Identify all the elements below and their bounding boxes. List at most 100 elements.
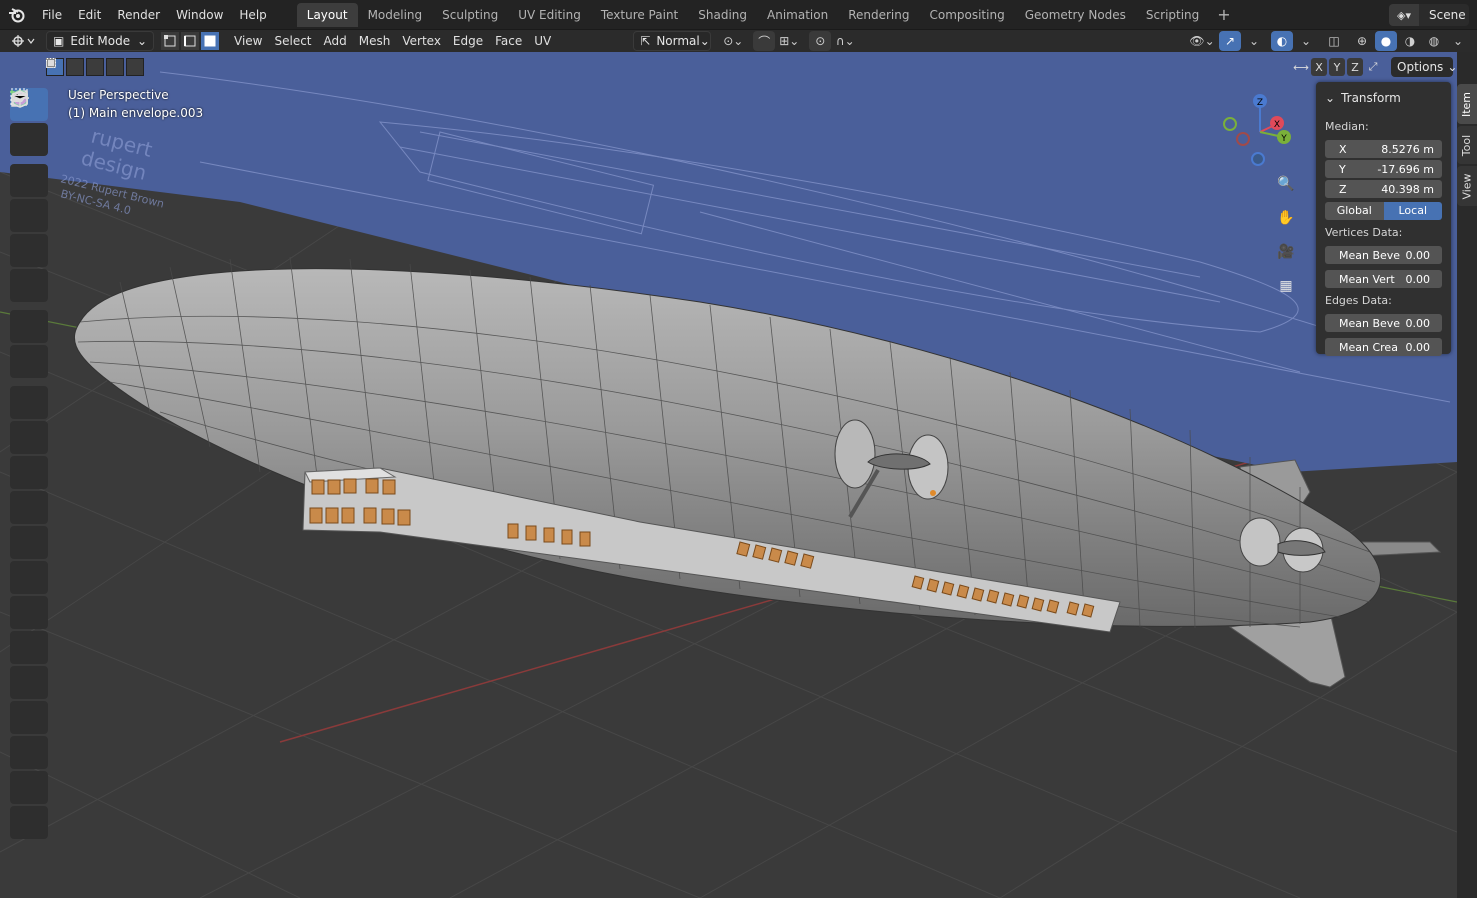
tab-modeling[interactable]: Modeling	[358, 3, 433, 27]
median-y-field[interactable]: Y -17.696 m	[1325, 160, 1442, 178]
menu-add[interactable]: Add	[318, 30, 353, 52]
smooth-tool-icon[interactable]	[10, 91, 48, 699]
scale-tool-icon[interactable]	[10, 90, 48, 267]
topology-mirror-icon[interactable]: ⤢	[1365, 58, 1381, 76]
edge-select-icon[interactable]	[180, 31, 200, 51]
3d-viewport[interactable]: rupert design 2022 Rupert Brown BY-NC-SA…	[0, 52, 1457, 898]
xray-icon[interactable]: ◫	[1323, 31, 1345, 51]
zoom-icon[interactable]: 🔍	[1274, 172, 1298, 196]
mirror-x-button[interactable]: X	[1311, 58, 1327, 76]
cursor-tool-icon[interactable]	[10, 89, 48, 156]
falloff-icon[interactable]: ∩⌄	[831, 31, 859, 51]
overlays-toggle-icon[interactable]: ◐	[1271, 31, 1293, 51]
spin-tool-icon[interactable]	[10, 90, 48, 664]
gizmo-neg-y[interactable]	[1223, 117, 1237, 131]
menu-edit[interactable]: Edit	[70, 0, 109, 30]
tab-tool[interactable]: Tool	[1457, 126, 1477, 164]
mode-dropdown[interactable]: ▣ Edit Mode ⌄	[46, 31, 154, 51]
global-button[interactable]: Global	[1325, 202, 1384, 220]
vertex-select-icon[interactable]	[160, 31, 180, 51]
mean-vertex-crease-field[interactable]: Mean Vert 0.00	[1325, 270, 1442, 288]
tab-rendering[interactable]: Rendering	[838, 3, 919, 27]
gizmo-neg-z[interactable]	[1251, 152, 1265, 166]
tab-compositing[interactable]: Compositing	[919, 3, 1014, 27]
blender-logo-icon[interactable]	[0, 0, 34, 30]
median-z-field[interactable]: Z 40.398 m	[1325, 180, 1442, 198]
tab-texture-paint[interactable]: Texture Paint	[591, 3, 688, 27]
visibility-icon[interactable]: 👁⌄	[1187, 31, 1217, 51]
add-cube-tool-icon[interactable]	[10, 90, 48, 419]
transform-orientation-dropdown[interactable]: ⇱ Normal ⌄	[633, 31, 712, 51]
menu-select[interactable]: Select	[268, 30, 317, 52]
transform-panel-header[interactable]: ⌄ Transform	[1325, 88, 1442, 108]
median-x-field[interactable]: X 8.5276 m	[1325, 140, 1442, 158]
select-invert-icon[interactable]	[47, 58, 124, 76]
measure-tool-icon[interactable]	[10, 91, 48, 378]
tab-shading[interactable]: Shading	[688, 3, 757, 27]
shading-menu-icon[interactable]: ⌄	[1447, 31, 1469, 51]
proportional-edit-icon[interactable]: ⊙	[809, 31, 832, 51]
scene-icon[interactable]: ◈▾	[1389, 4, 1419, 26]
select-intersect-icon[interactable]	[48, 58, 144, 76]
gizmo-neg-x[interactable]	[1236, 132, 1250, 146]
rotate-tool-icon[interactable]	[10, 90, 48, 232]
select-extend-icon[interactable]	[46, 58, 84, 76]
tab-scripting[interactable]: Scripting	[1136, 3, 1209, 27]
menu-view[interactable]: View	[228, 30, 268, 52]
gizmo-menu-icon[interactable]: ⌄	[1243, 31, 1265, 51]
annotate-tool-icon[interactable]	[10, 92, 48, 343]
snap-icon[interactable]: ⌒	[753, 31, 776, 51]
pan-hand-icon[interactable]: ✋	[1274, 206, 1298, 230]
solid-shading-icon[interactable]: ●	[1375, 31, 1397, 51]
menu-face[interactable]: Face	[489, 30, 528, 52]
rip-region-tool-icon[interactable]	[10, 91, 48, 839]
shear-tool-icon[interactable]	[10, 94, 48, 804]
menu-edge[interactable]: Edge	[447, 30, 489, 52]
rendered-shading-icon[interactable]: ◍	[1423, 31, 1445, 51]
scene-name[interactable]: Scene	[1419, 4, 1469, 26]
loop-cut-tool-icon[interactable]	[10, 90, 48, 559]
menu-vertex[interactable]: Vertex	[396, 30, 447, 52]
snap-target-icon[interactable]: ⊞⌄	[775, 31, 803, 51]
camera-icon[interactable]: 🎥	[1274, 240, 1298, 264]
inset-tool-icon[interactable]	[10, 90, 48, 489]
mirror-z-button[interactable]: Z	[1347, 58, 1363, 76]
add-workspace-icon[interactable]: +	[1209, 5, 1238, 24]
knife-tool-icon[interactable]	[10, 90, 48, 594]
menu-help[interactable]: Help	[231, 0, 274, 30]
edge-slide-tool-icon[interactable]	[10, 90, 48, 734]
bevel-tool-icon[interactable]	[10, 91, 48, 524]
perspective-grid-icon[interactable]: ▦	[1274, 274, 1298, 298]
pivot-point-icon[interactable]: ⊙⌄	[719, 31, 747, 51]
local-button[interactable]: Local	[1383, 202, 1442, 220]
overlays-menu-icon[interactable]: ⌄	[1295, 31, 1317, 51]
tab-uv-editing[interactable]: UV Editing	[508, 3, 591, 27]
menu-file[interactable]: File	[34, 0, 70, 30]
gizmo-toggle-icon[interactable]: ↗	[1219, 31, 1241, 51]
material-shading-icon[interactable]: ◑	[1399, 31, 1421, 51]
wireframe-shading-icon[interactable]: ⊕	[1351, 31, 1373, 51]
edge-mean-bevel-field[interactable]: Mean Beve 0.00	[1325, 314, 1442, 332]
tab-item[interactable]: Item	[1457, 84, 1477, 124]
face-select-icon[interactable]	[200, 31, 220, 51]
vertex-mean-bevel-field[interactable]: Mean Beve 0.00	[1325, 246, 1442, 264]
options-dropdown[interactable]: Options ⌄	[1391, 57, 1457, 77]
menu-uv[interactable]: UV	[528, 30, 557, 52]
select-subtract-icon[interactable]	[47, 58, 104, 76]
poly-build-tool-icon[interactable]	[10, 91, 48, 629]
menu-render[interactable]: Render	[109, 0, 168, 30]
transform-tool-icon[interactable]	[10, 90, 48, 302]
navigation-gizmo[interactable]: Z X Y	[1215, 87, 1305, 177]
mean-crease-field[interactable]: Mean Crea 0.00	[1325, 338, 1442, 356]
tab-sculpting[interactable]: Sculpting	[432, 3, 508, 27]
editor-type-icon[interactable]	[6, 31, 40, 51]
menu-mesh[interactable]: Mesh	[353, 30, 397, 52]
shrink-fatten-tool-icon[interactable]	[10, 90, 48, 769]
move-tool-icon[interactable]	[10, 89, 48, 197]
extrude-tool-icon[interactable]	[10, 91, 48, 454]
menu-window[interactable]: Window	[168, 0, 231, 30]
tab-view[interactable]: View	[1457, 166, 1477, 206]
scene-selector[interactable]: ◈▾ Scene	[1389, 4, 1469, 26]
tab-layout[interactable]: Layout	[296, 2, 358, 27]
tab-geometry-nodes[interactable]: Geometry Nodes	[1015, 3, 1136, 27]
